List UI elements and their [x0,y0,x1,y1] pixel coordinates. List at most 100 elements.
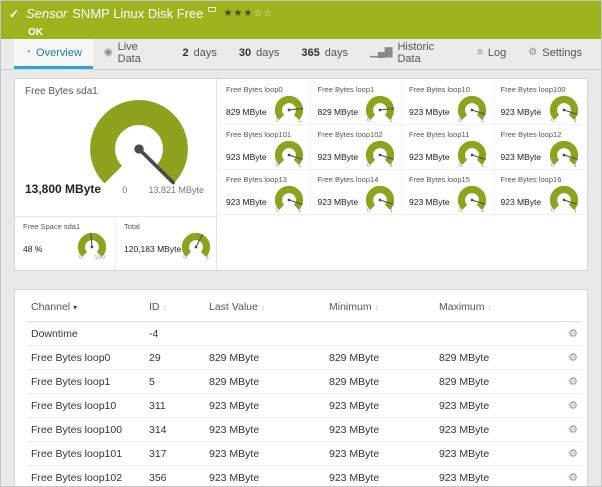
sort-icon: ↕ [260,303,265,312]
mini-gauge-cell[interactable]: Free Bytes loop15 923 MByte 0 1 [402,170,494,215]
cell-maximum: 829 MByte [435,369,550,394]
mini-gauge-cell[interactable]: Free Bytes loop0 829 MByte 0 1 [219,80,311,125]
column-header-id[interactable]: ID ↕ [145,292,205,322]
tab-2-days-number: 2 [182,46,189,59]
cell-channel: Free Bytes loop101 [27,441,145,466]
stars-filled: ★★★ [223,8,254,19]
mini-gauge-title: Free Bytes loop100 [500,85,566,94]
tab-historic-data[interactable]: ▁▄▇ Historic Data [359,39,466,69]
mini-gauge-value: 923 MByte [226,197,267,207]
tab-30-days[interactable]: 30 days [228,39,291,69]
gauges-panel: Free Bytes sda1 13,800 MByte 0 13,821 MB… [14,78,588,271]
tab-365-days[interactable]: 365 days [290,39,359,69]
tab-log[interactable]: ≡ Log [466,39,517,69]
channel-row[interactable]: Free Bytes loop0 29 829 MByte 829 MByte … [27,345,582,370]
channel-row[interactable]: Free Bytes loop10 311 923 MByte 923 MByt… [27,393,582,418]
mini-gauge-cell[interactable]: Free Bytes loop13 923 MByte 0 1 [219,170,311,215]
channel-settings-icon[interactable]: ⚙ [568,328,578,340]
tab-log-label: Log [487,46,507,59]
cell-last-value: 829 MByte [205,345,325,370]
channel-settings-icon[interactable]: ⚙ [568,448,578,460]
mini-gauge-scale-min: 0 [551,162,555,169]
channel-row[interactable]: Free Bytes loop102 356 923 MByte 923 MBy… [27,465,582,486]
main-gauge-cell[interactable]: Free Bytes sda1 13,800 MByte 0 13,821 MB… [15,79,216,216]
cell-maximum: 923 MByte [435,393,550,418]
tab-overview[interactable]: ◔ Overview [14,39,93,69]
mini-gauge-scale-max: 1 [480,117,485,124]
mini-gauge-title: Free Bytes loop15 [409,175,470,184]
sort-desc-icon: ▾ [73,303,78,312]
priority-stars[interactable]: ★★★☆☆ [224,8,274,19]
channel-row[interactable]: Free Bytes loop100 314 923 MByte 923 MBy… [27,417,582,442]
tab-live-data[interactable]: ◉ Live Data [93,39,172,69]
channel-settings-icon[interactable]: ⚙ [568,424,578,436]
column-header-minimum[interactable]: Minimum ↕ [325,292,435,322]
mini-gauge-value: 923 MByte [317,152,359,162]
column-header-last-value[interactable]: Last Value ↕ [205,292,325,322]
channel-row[interactable]: Free Bytes loop101 317 923 MByte 923 MBy… [27,441,582,466]
status-ok-check-icon: ✓ [9,6,20,21]
cell-last-value: 923 MByte [205,393,325,418]
mini-gauge-value: 923 MByte [500,107,542,117]
cell-channel: Free Bytes loop102 [27,465,145,486]
mini-gauge-cell[interactable]: Free Bytes loop16 923 MByte 0 1 [493,170,585,215]
mini-gauge-cell[interactable]: Free Bytes loop12 923 MByte 0 1 [493,125,585,170]
channel-settings-icon[interactable]: ⚙ [568,376,578,388]
mini-gauge-cell[interactable]: Free Bytes loop10 923 MByte 0 1 [402,80,494,125]
mini-gauge-scale: 0 1 [457,207,487,214]
mini-gauge-cell[interactable]: Free Bytes loop101 923 MByte 0 1 [219,125,311,170]
cell-minimum: 829 MByte [325,345,435,370]
mini-gauge-cell[interactable]: Free Bytes loop11 923 MByte 0 1 [402,125,494,170]
cell-id: 311 [145,393,205,418]
mini-gauge-title: Free Bytes loop10 [409,85,470,94]
cell-minimum: 923 MByte [325,393,435,418]
channel-settings-icon[interactable]: ⚙ [568,472,578,484]
channel-settings-icon[interactable]: ⚙ [568,400,578,412]
channels-panel: Channel ▾ ID ↕ Last Value ↕ Minimum ↕ Maximu… [14,289,588,486]
tab-2-days[interactable]: 2 days [172,39,228,69]
mini-gauge-scale: 0 1 [457,162,487,169]
prtg-sensor-page: ✓ Sensor SNMP Linux Disk Free ★★★☆☆ OK ◔… [0,0,602,487]
mini-gauge-scale-min: 0 [458,162,463,169]
mini-gauge-cell[interactable]: Free Space sda1 48 % 0 100 [15,217,115,270]
mini-gauge-scale-min: 0 [458,117,463,124]
column-header-minimum-label: Minimum [329,301,372,313]
column-header-channel[interactable]: Channel ▾ [27,292,145,322]
cell-channel: Free Bytes loop10 [27,393,145,418]
column-header-maximum[interactable]: Maximum ↕ [435,292,550,322]
mini-gauge-cell[interactable]: Free Bytes loop14 923 MByte 0 1 [310,170,402,215]
live-data-icon: ◉ [103,47,113,58]
mini-gauge-scale: 0 1 [181,254,211,261]
mini-gauge-cell[interactable]: Total 120,183 MByte 0 1 [115,217,216,270]
mini-gauge-cell[interactable]: Free Bytes loop100 923 MByte 0 1 [493,80,585,125]
channel-row[interactable]: Free Bytes loop1 5 829 MByte 829 MByte 8… [27,369,582,394]
sensor-header: ✓ Sensor SNMP Linux Disk Free ★★★☆☆ OK [1,1,601,39]
sort-icon: ↕ [487,303,492,312]
bar-chart-icon: ▁▄▇ [370,47,393,58]
channel-settings-icon[interactable]: ⚙ [568,352,578,364]
mini-gauge-title: Free Space sda1 [23,222,81,231]
mini-gauge-scale-max: 1 [573,117,577,124]
mini-gauge-cell[interactable]: Free Bytes loop102 923 MByte 0 1 [310,125,402,170]
mini-gauge-scale-min: 0 [551,117,555,124]
mini-gauge-title: Free Bytes loop101 [226,130,292,139]
mini-gauge-scale-max: 1 [297,162,302,169]
mini-gauge-scale-min: 0 [275,117,280,124]
mini-gauge-title: Free Bytes loop12 [500,130,562,139]
mini-gauge-scale: 0 1 [549,207,579,214]
tab-settings[interactable]: ⚙ Settings [517,39,593,69]
sensor-kind-label: Sensor [26,6,68,21]
cell-last-value: 923 MByte [205,417,325,442]
column-header-id-label: ID [149,301,160,313]
mini-gauge-scale-max: 1 [573,207,577,214]
mini-gauge-scale-min: 0 [275,162,280,169]
main-gauge-title: Free Bytes sda1 [25,86,98,97]
cell-id: 356 [145,465,205,486]
sort-icon: ↕ [374,303,379,312]
tab-365-days-number: 365 [301,46,320,59]
mini-gauge-cell[interactable]: Free Bytes loop1 829 MByte 0 1 [310,80,402,125]
channel-gauge-grid: Free Bytes loop0 829 MByte 0 1 Free Byte… [217,79,587,270]
mini-gauge-title: Free Bytes loop1 [317,85,375,94]
mini-gauge-value: 923 MByte [500,197,542,207]
channel-row[interactable]: Downtime -4 ⚙ [27,321,582,346]
